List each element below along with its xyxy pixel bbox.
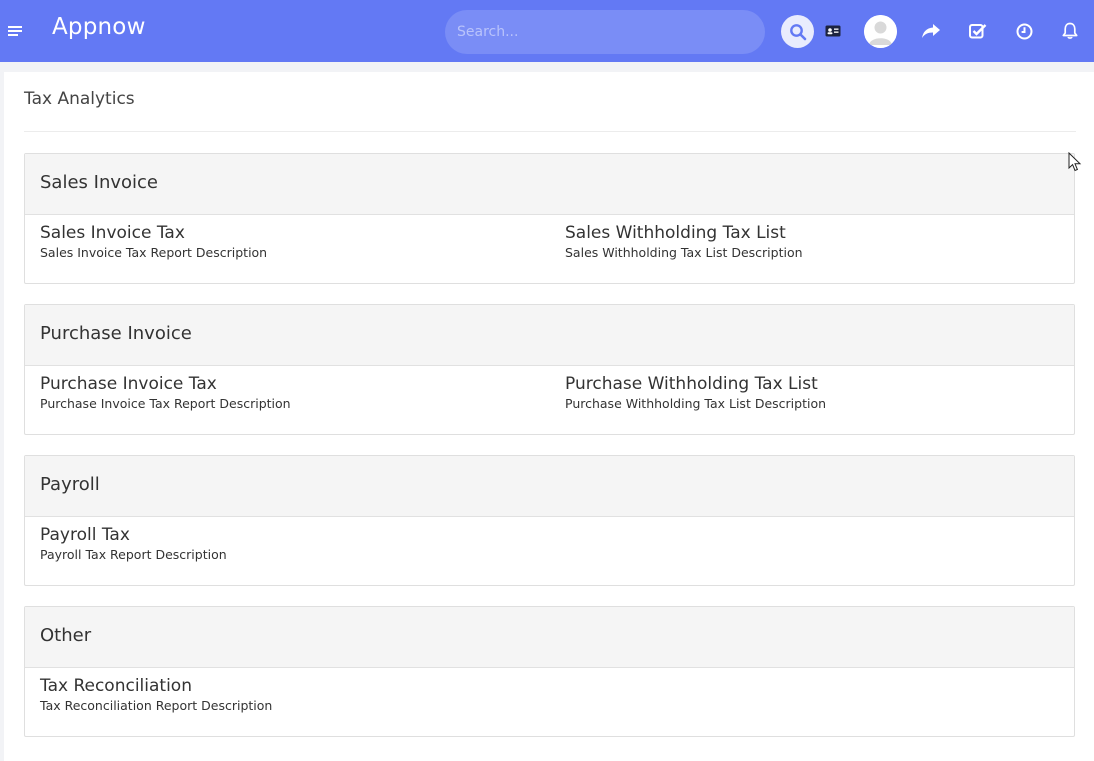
report-list: Tax Reconciliation Tax Reconciliation Re…	[25, 668, 1074, 736]
id-card-icon[interactable]	[816, 14, 850, 48]
report-description: Purchase Invoice Tax Report Description	[40, 396, 291, 411]
report-name[interactable]: Payroll Tax	[40, 525, 227, 545]
report-name[interactable]: Purchase Invoice Tax	[40, 374, 291, 394]
section-title: Purchase Invoice	[25, 305, 1074, 366]
report-description: Tax Reconciliation Report Description	[40, 698, 273, 713]
report-link-sales-withholding-tax-list[interactable]: Sales Withholding Tax List Sales Withhol…	[565, 223, 803, 260]
top-navbar: Appnow	[0, 0, 1094, 62]
main-content: Tax Analytics Sales Invoice Sales Invoic…	[4, 72, 1094, 761]
report-description: Sales Invoice Tax Report Description	[40, 245, 268, 260]
menu-icon[interactable]	[6, 22, 24, 40]
clock-icon[interactable]	[1007, 14, 1041, 48]
report-description: Purchase Withholding Tax List Descriptio…	[565, 396, 827, 411]
report-link-purchase-invoice-tax[interactable]: Purchase Invoice Tax Purchase Invoice Ta…	[40, 374, 291, 411]
report-link-sales-invoice-tax[interactable]: Sales Invoice Tax Sales Invoice Tax Repo…	[40, 223, 267, 260]
tasks-icon[interactable]	[961, 14, 995, 48]
section-card-purchase-invoice: Purchase Invoice Purchase Invoice Tax Pu…	[24, 304, 1075, 435]
report-name[interactable]: Sales Invoice Tax	[40, 223, 267, 243]
report-description: Sales Withholding Tax List Description	[565, 245, 803, 260]
section-title: Payroll	[25, 456, 1074, 517]
report-link-purchase-withholding-tax-list[interactable]: Purchase Withholding Tax List Purchase W…	[565, 374, 826, 411]
report-link-tax-reconciliation[interactable]: Tax Reconciliation Tax Reconciliation Re…	[40, 676, 272, 713]
report-name[interactable]: Sales Withholding Tax List	[565, 223, 803, 243]
report-list: Purchase Invoice Tax Purchase Invoice Ta…	[25, 366, 1074, 434]
report-name[interactable]: Tax Reconciliation	[40, 676, 272, 696]
page-title: Tax Analytics	[24, 89, 135, 109]
section-title: Other	[25, 607, 1074, 668]
report-link-payroll-tax[interactable]: Payroll Tax Payroll Tax Report Descripti…	[40, 525, 227, 562]
report-list: Payroll Tax Payroll Tax Report Descripti…	[25, 517, 1074, 585]
search-icon[interactable]	[781, 15, 814, 48]
report-name[interactable]: Purchase Withholding Tax List	[565, 374, 826, 394]
report-description: Payroll Tax Report Description	[40, 547, 227, 562]
divider	[24, 131, 1076, 132]
app-logo[interactable]: Appnow	[52, 14, 146, 40]
section-title: Sales Invoice	[25, 154, 1074, 215]
user-avatar[interactable]	[864, 15, 897, 48]
report-list: Sales Invoice Tax Sales Invoice Tax Repo…	[25, 215, 1074, 283]
section-card-payroll: Payroll Payroll Tax Payroll Tax Report D…	[24, 455, 1075, 586]
share-icon[interactable]	[914, 14, 948, 48]
mouse-cursor-icon	[1068, 152, 1082, 172]
bell-icon[interactable]	[1053, 14, 1087, 48]
section-card-other: Other Tax Reconciliation Tax Reconciliat…	[24, 606, 1075, 737]
search-input[interactable]	[445, 10, 765, 54]
section-card-sales-invoice: Sales Invoice Sales Invoice Tax Sales In…	[24, 153, 1075, 284]
